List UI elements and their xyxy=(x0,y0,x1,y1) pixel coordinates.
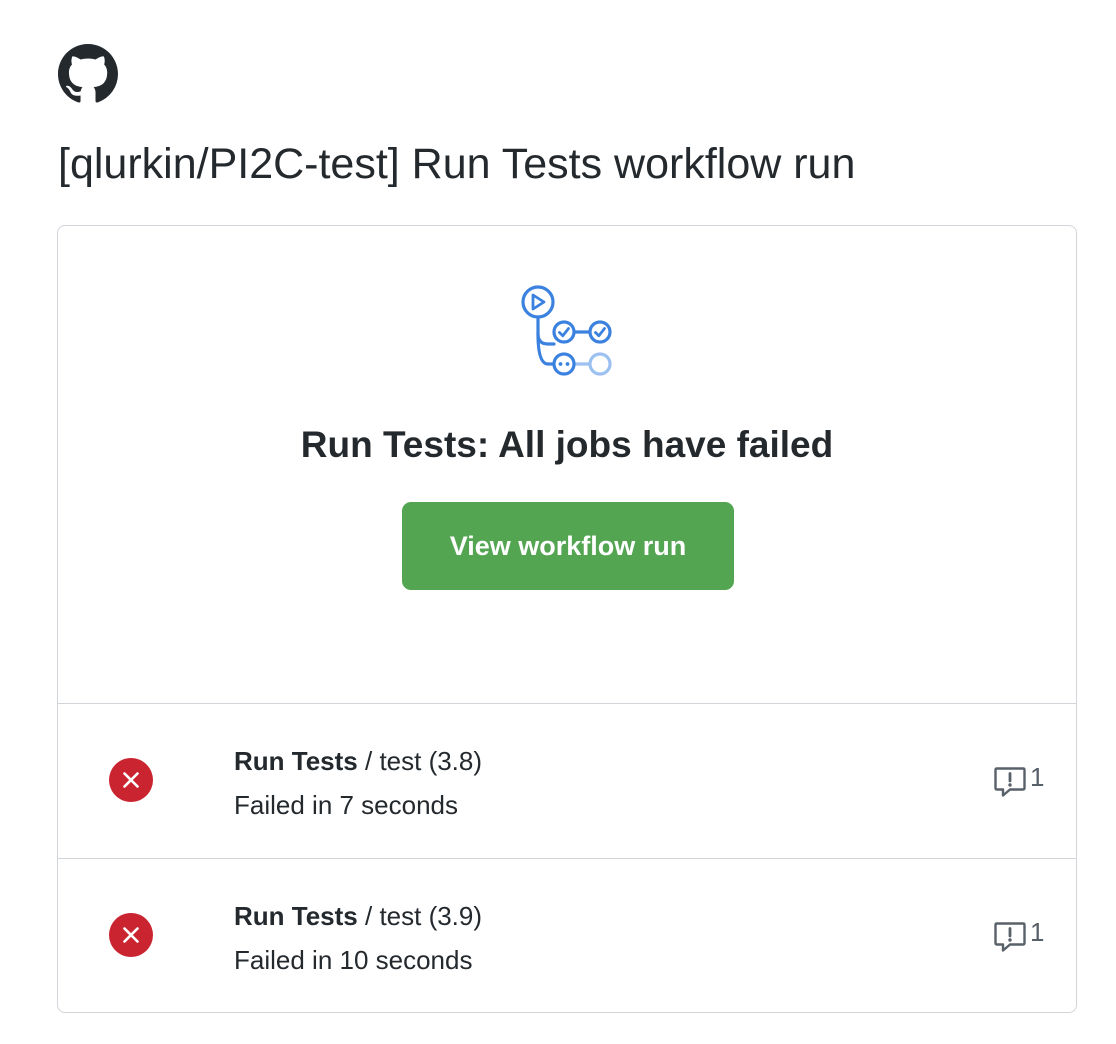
x-circle-fill-icon xyxy=(108,912,154,958)
job-separator: / xyxy=(357,901,380,931)
annotation-count-badge: 1 xyxy=(992,917,1044,957)
annotation-count: 1 xyxy=(1030,762,1045,792)
job-row: Run Tests / test (3.8) Failed in 7 secon… xyxy=(58,703,1076,858)
annotation-count: 1 xyxy=(1030,917,1045,947)
comment-alert-icon xyxy=(992,919,1028,955)
status-heading: Run Tests: All jobs have failed xyxy=(300,424,834,465)
job-title: Run Tests / test (3.9) xyxy=(234,899,482,933)
job-duration: Failed in 7 seconds xyxy=(234,790,459,820)
x-circle-fill-icon xyxy=(108,757,154,803)
email-title: [qlurkin/PI2C-test] Run Tests workflow r… xyxy=(58,140,856,188)
github-logo-icon xyxy=(58,44,118,104)
job-name: test (3.8) xyxy=(379,746,483,776)
job-row: Run Tests / test (3.9) Failed in 10 seco… xyxy=(58,858,1076,1012)
job-separator: / xyxy=(357,746,380,776)
workflow-icon xyxy=(518,282,618,382)
job-title: Run Tests / test (3.8) xyxy=(234,744,482,778)
job-workflow-name: Run Tests xyxy=(234,901,358,931)
comment-alert-icon xyxy=(992,764,1028,800)
job-workflow-name: Run Tests xyxy=(234,746,358,776)
workflow-summary: Run Tests: All jobs have failed View wor… xyxy=(58,226,1076,703)
view-workflow-run-button[interactable]: View workflow run xyxy=(402,502,734,590)
annotation-count-badge: 1 xyxy=(992,762,1044,802)
workflow-run-card: Run Tests: All jobs have failed View wor… xyxy=(57,225,1077,1013)
job-duration: Failed in 10 seconds xyxy=(234,945,473,975)
job-name: test (3.9) xyxy=(379,901,483,931)
